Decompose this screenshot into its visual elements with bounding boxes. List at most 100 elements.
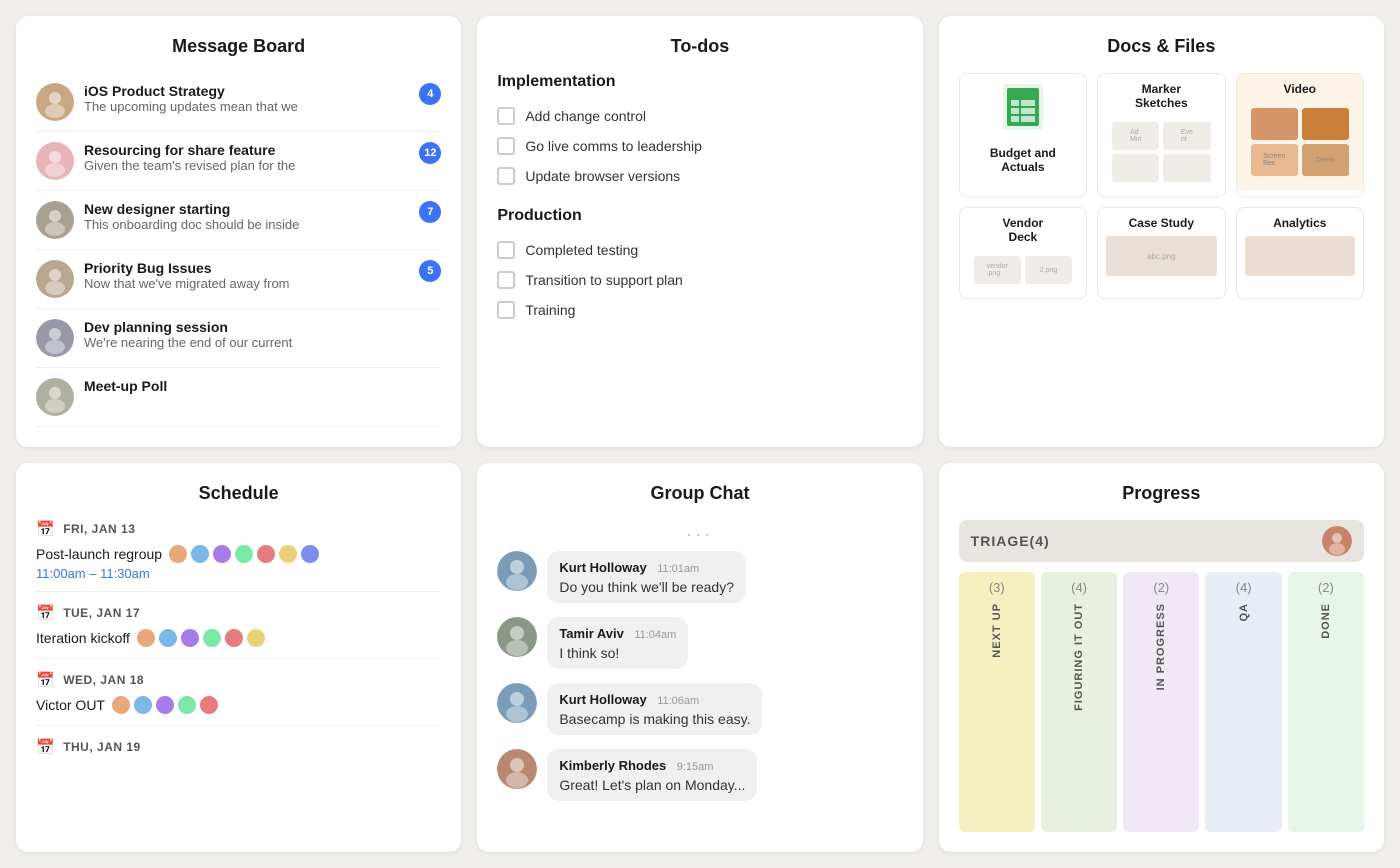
todo-label: Completed testing [525, 242, 638, 258]
todo-item[interactable]: Completed testing [497, 235, 902, 265]
chat-avatar [497, 617, 537, 657]
col-count: (4) [1071, 580, 1087, 595]
msg-title: New designer starting [84, 201, 411, 217]
calendar-icon: 📅 [36, 738, 55, 756]
schedule-date: 📅FRI, JAN 13 [36, 520, 441, 538]
event-name: Victor OUT [36, 697, 105, 713]
avatar [136, 628, 156, 648]
progress-card: Progress TRIAGE(4) (3) NEXT UP (4) FIGUR… [939, 463, 1384, 852]
doc-card-video[interactable]: Video ScreenRec Demo [1236, 73, 1364, 197]
msg-preview: Now that we've migrated away from [84, 276, 411, 291]
progress-col-done: (2) DONE [1288, 572, 1364, 832]
triage-label: TRIAGE(4) [971, 533, 1050, 549]
todo-label: Transition to support plan [525, 272, 682, 288]
schedule-content: 📅FRI, JAN 13 Post-launch regroup 11:00am… [36, 520, 441, 756]
calendar-icon: 📅 [36, 671, 55, 689]
message-board-item[interactable]: Resourcing for share feature Given the t… [36, 132, 441, 191]
chat-bubble: Kimberly Rhodes 9:15am Great! Let's plan… [547, 749, 757, 801]
avatar [278, 544, 298, 564]
chat-avatar [497, 551, 537, 591]
group-chat-title: Group Chat [497, 483, 902, 504]
todo-label: Update browser versions [525, 168, 680, 184]
chat-text: Great! Let's plan on Monday... [559, 777, 745, 793]
doc-label: Budget andActuals [990, 146, 1056, 174]
message-board-title: Message Board [36, 36, 441, 57]
todo-checkbox[interactable] [497, 241, 515, 259]
event-name: Post-launch regroup [36, 546, 162, 562]
todo-checkbox[interactable] [497, 107, 515, 125]
todo-item[interactable]: Training [497, 295, 902, 325]
schedule-event[interactable]: Victor OUT [36, 695, 441, 726]
docs-files-title: Docs & Files [959, 36, 1364, 57]
todo-label: Add change control [525, 108, 646, 124]
progress-content: TRIAGE(4) (3) NEXT UP (4) FIGURING IT OU… [959, 520, 1364, 832]
msg-title: Priority Bug Issues [84, 260, 411, 276]
progress-col-inprogress: (2) IN PROGRESS [1123, 572, 1199, 832]
avatar [168, 544, 188, 564]
chat-time: 11:01am [657, 563, 699, 575]
vendor-thumb: vendor.png [974, 256, 1021, 284]
msg-avatar [36, 378, 74, 416]
chat-text: Do you think we'll be ready? [559, 579, 734, 595]
event-avatars [136, 628, 266, 648]
calendar-icon: 📅 [36, 604, 55, 622]
marker-thumb: Event [1163, 122, 1210, 150]
col-label: IN PROGRESS [1155, 603, 1167, 690]
marker-thumb [1163, 154, 1210, 182]
doc-card-analytics[interactable]: Analytics [1236, 207, 1364, 299]
msg-preview: We're nearing the end of our current [84, 335, 441, 350]
todo-checkbox[interactable] [497, 167, 515, 185]
msg-title: Dev planning session [84, 319, 441, 335]
message-board-item[interactable]: iOS Product Strategy The upcoming update… [36, 73, 441, 132]
video-thumb [1302, 108, 1349, 140]
msg-badge: 12 [419, 142, 441, 164]
todo-item[interactable]: Add change control [497, 101, 902, 131]
chat-message: Tamir Aviv 11:04am I think so! [497, 617, 902, 669]
todo-checkbox[interactable] [497, 271, 515, 289]
schedule-event[interactable]: Post-launch regroup 11:00am – 11:30am [36, 544, 441, 592]
event-avatars [168, 544, 320, 564]
progress-col-figuring: (4) FIGURING IT OUT [1041, 572, 1117, 832]
message-board-item[interactable]: Dev planning session We're nearing the e… [36, 309, 441, 368]
calendar-icon: 📅 [36, 520, 55, 538]
todo-label: Training [525, 302, 575, 318]
msg-preview: This onboarding doc should be inside [84, 217, 411, 232]
chat-message: Kurt Holloway 11:01am Do you think we'll… [497, 551, 902, 603]
doc-card-marker[interactable]: MarkerSketches AdMin Event [1097, 73, 1225, 197]
todo-item[interactable]: Transition to support plan [497, 265, 902, 295]
avatar [199, 695, 219, 715]
avatar [256, 544, 276, 564]
vendor-thumb: 2.png [1025, 256, 1072, 284]
casestudy-thumb: abc.png [1106, 236, 1216, 276]
doc-card-casestudy[interactable]: Case Study abc.png [1097, 207, 1225, 299]
avatar [212, 544, 232, 564]
todo-checkbox[interactable] [497, 137, 515, 155]
event-name: Iteration kickoff [36, 630, 130, 646]
schedule-event[interactable]: Iteration kickoff [36, 628, 441, 659]
doc-card-vendor[interactable]: VendorDeck vendor.png 2.png [959, 207, 1087, 299]
todos-card: To-dos ImplementationAdd change controlG… [477, 16, 922, 447]
msg-avatar [36, 319, 74, 357]
todo-section-title: Production [497, 207, 902, 225]
chat-message: Kurt Holloway 11:06am Basecamp is making… [497, 683, 902, 735]
avatar [234, 544, 254, 564]
todo-checkbox[interactable] [497, 301, 515, 319]
video-thumb [1251, 108, 1298, 140]
msg-title: Resourcing for share feature [84, 142, 411, 158]
col-label: FIGURING IT OUT [1073, 603, 1085, 711]
doc-card-budget[interactable]: Budget andActuals [959, 73, 1087, 197]
todo-item[interactable]: Update browser versions [497, 161, 902, 191]
col-count: (3) [989, 580, 1005, 595]
chat-message: Kimberly Rhodes 9:15am Great! Let's plan… [497, 749, 902, 801]
message-board-item[interactable]: Priority Bug Issues Now that we've migra… [36, 250, 441, 309]
message-board-item[interactable]: New designer starting This onboarding do… [36, 191, 441, 250]
todo-item[interactable]: Go live comms to leadership [497, 131, 902, 161]
avatar [158, 628, 178, 648]
progress-col-qa: (4) QA [1205, 572, 1281, 832]
docs-row-2: VendorDeck vendor.png 2.png Case Study a… [959, 207, 1364, 299]
spreadsheet-icon [1003, 84, 1043, 140]
todo-section: ImplementationAdd change controlGo live … [497, 73, 902, 191]
message-board-card: Message Board iOS Product Strategy The u… [16, 16, 461, 447]
chat-time: 11:04am [634, 629, 676, 641]
message-board-item[interactable]: Meet-up Poll [36, 368, 441, 427]
